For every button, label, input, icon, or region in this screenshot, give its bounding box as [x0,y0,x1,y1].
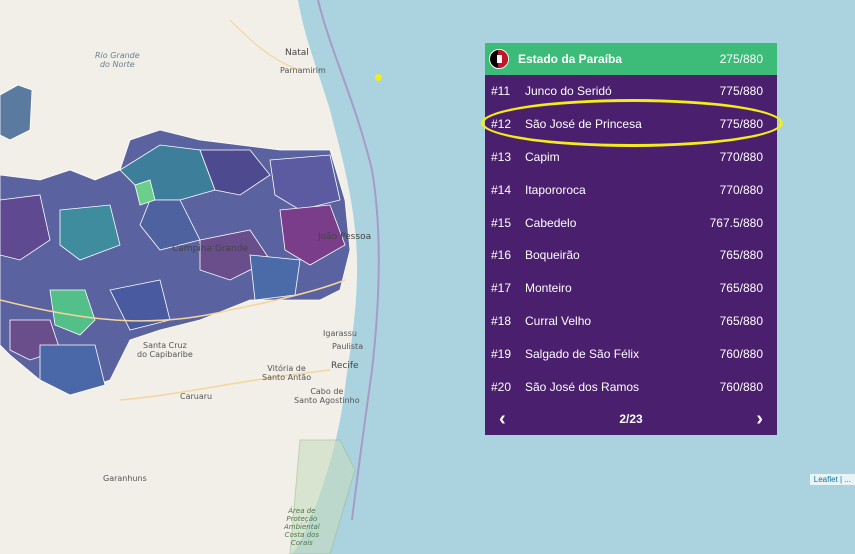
municipality-score: 775/880 [719,84,763,99]
map-label-vitoria: Vitória de Santo Antão [262,364,312,383]
ranking-row[interactable]: #19 Salgado de São Félix 760/880 [485,337,777,370]
municipality-score: 765/880 [719,313,763,328]
map-label-recife: Recife [331,361,359,371]
region-m [249,254,301,301]
rank-number: #15 [491,215,512,230]
rank-number: #16 [491,248,512,263]
chevron-left-icon[interactable]: ‹ [499,408,506,431]
ranking-row[interactable]: #18 Curral Velho 765/880 [485,305,777,338]
map-label-garanhuns: Garanhuns [103,474,147,483]
municipality-name: Salgado de São Félix [525,346,640,361]
chevron-right-icon[interactable]: › [756,408,763,431]
municipality-name: Cabedelo [525,215,577,230]
ranking-row[interactable]: #12 São José de Princesa 775/880 [485,108,777,141]
map-label-natal: Natal [285,48,309,58]
region-west-north [0,84,33,141]
state-name: Estado da Paraíba [518,52,623,66]
rank-number: #14 [491,182,512,197]
map-label-santa-cruz: Santa Cruz do Capibaribe [137,341,193,360]
map-label-cabo: Cabo de Santo Agostinho [294,387,360,406]
municipality-score: 770/880 [719,182,763,197]
municipality-score: 770/880 [719,149,763,164]
ranking-list: #11 Junco do Seridó 775/880 #12 São José de … [485,75,777,403]
ranking-row[interactable]: #14 Itapororoca 770/880 [485,173,777,206]
rank-number: #18 [491,313,512,328]
pagination: ‹ 2/23 › [485,403,777,436]
ranking-row[interactable]: #15 Cabedelo 767.5/880 [485,206,777,239]
map-label-campina: Campina Grande [172,244,249,254]
municipality-name: Capim [525,149,560,164]
rank-number: #13 [491,149,512,164]
rank-number: #12 [491,117,512,132]
map-label-paulista: Paulista [332,342,364,351]
leaflet-attribution[interactable]: Leaflet | ... [809,474,855,485]
municipality-name: Junco do Seridó [525,84,612,99]
ranking-panel: Estado da Paraíba 275/880 #11 Junco do Se… [485,43,777,435]
municipality-name: Itapororoca [525,182,586,197]
ranking-row[interactable]: #11 Junco do Seridó 775/880 [485,75,777,108]
panel-header[interactable]: Estado da Paraíba 275/880 [485,43,777,75]
municipality-name: Boqueirão [525,248,580,263]
municipality-name: São José dos Ramos [525,379,640,394]
rank-number: #19 [491,346,512,361]
map-label-parnamirim: Parnamirim [280,66,326,75]
rank-number: #20 [491,379,512,394]
municipality-score: 760/880 [719,346,763,361]
ranking-row[interactable]: #17 Monteiro 765/880 [485,272,777,305]
state-score: 275/880 [719,52,763,66]
map-label-joao-pessoa: João Pessoa [318,232,372,242]
ranking-row[interactable]: #20 São José dos Ramos 760/880 [485,370,777,403]
rank-number: #11 [491,84,511,99]
page-indicator: 2/23 [619,412,643,427]
municipality-score: 760/880 [719,379,763,394]
map-label-apa: Área de Proteção Ambiental Costa dos Cor… [284,507,320,548]
municipality-name: Monteiro [525,281,572,296]
ranking-row[interactable]: #16 Boqueirão 765/880 [485,239,777,272]
map-label-caruaru: Caruaru [180,392,213,401]
ranking-row[interactable]: #13 Capim 770/880 [485,141,777,174]
rank-number: #17 [491,281,512,296]
municipality-score: 775/880 [719,117,763,132]
municipality-score: 767.5/880 [709,215,763,230]
municipality-score: 765/880 [719,248,763,263]
paraiba-flag-icon [489,49,509,69]
municipality-score: 765/880 [719,281,763,296]
municipality-name: Curral Velho [525,313,592,328]
map-label-igarassu: Igarassu [323,329,357,338]
map-label-rio-grande: Rio Grande do Norte [95,51,140,70]
location-marker[interactable] [375,74,382,81]
municipality-name: São José de Princesa [525,117,642,132]
